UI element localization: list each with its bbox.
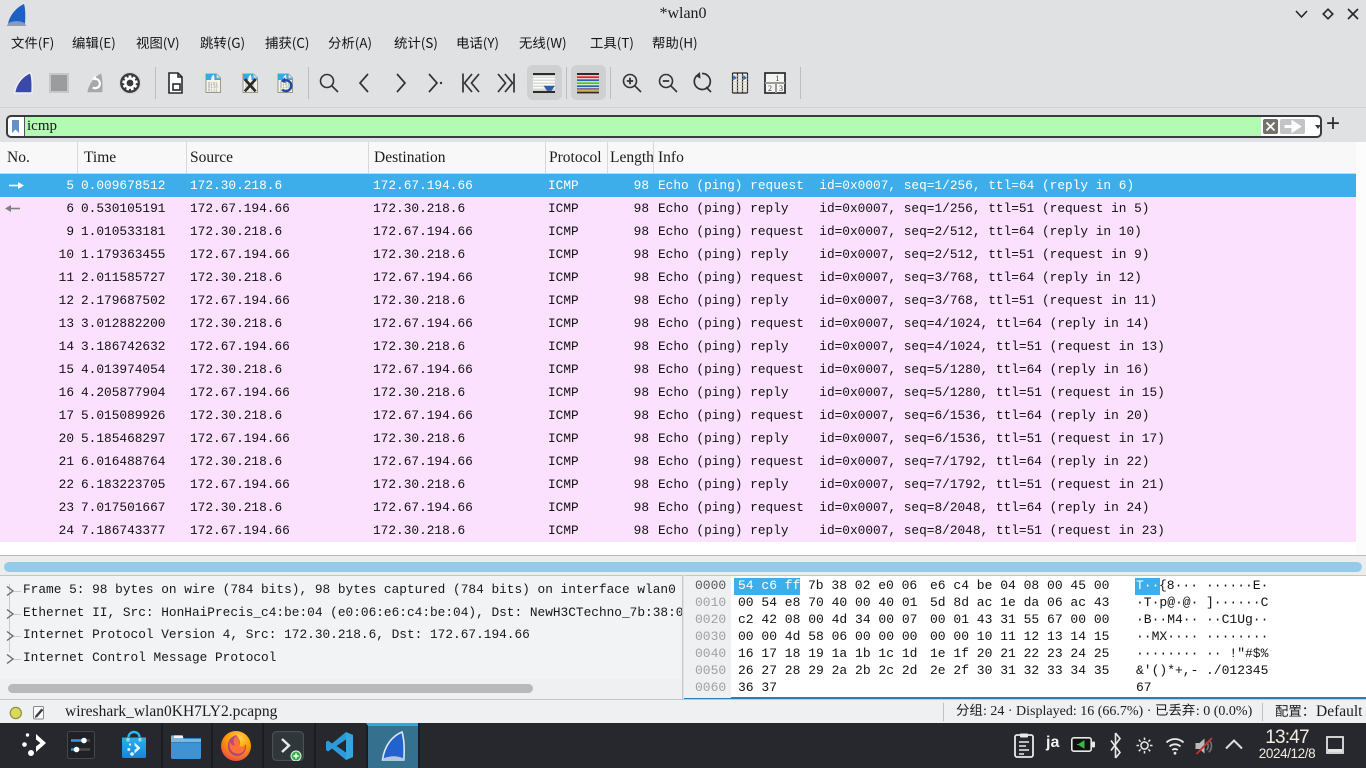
svg-text:0111: 0111 — [208, 90, 219, 94]
svg-text:1: 1 — [775, 74, 779, 83]
svg-text:2: 2 — [768, 84, 772, 93]
svg-text:3: 3 — [779, 84, 783, 93]
